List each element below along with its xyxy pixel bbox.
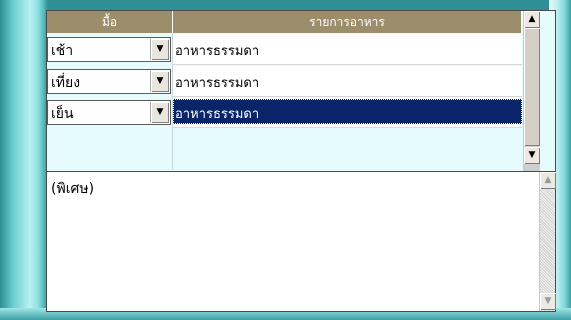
notes-scrollbar[interactable]: ▲ ▼ <box>539 172 556 311</box>
arrow-down-icon[interactable]: ▼ <box>524 147 540 164</box>
column-divider <box>172 33 173 170</box>
column-header-food[interactable]: รายการอาหาร <box>173 11 522 33</box>
chevron-down-icon[interactable]: ▼ <box>150 71 169 92</box>
chevron-down-icon[interactable]: ▼ <box>150 102 169 123</box>
scrollbar-thumb[interactable] <box>524 28 540 146</box>
food-cell[interactable]: อาหารธรรมดา <box>173 34 522 65</box>
table-row[interactable]: เช้า ▼ อาหารธรรมดา <box>47 34 522 65</box>
food-cell-selected[interactable]: อาหารธรรมดา <box>173 97 522 128</box>
meal-select-value: เช้า <box>51 43 74 59</box>
column-header-meal[interactable]: มื้อ <box>47 11 173 33</box>
arrow-down-icon[interactable]: ▼ <box>540 293 556 310</box>
food-cell-text: อาหารธรรมดา <box>175 44 260 59</box>
notes-textarea[interactable]: (พิเศษ) <box>47 172 539 311</box>
meal-grid: มื้อ รายการอาหาร เช้า ▼ อาหารธรรมดา เที่… <box>47 11 555 172</box>
food-cell-text: อาหารธรรมดา <box>175 76 260 91</box>
food-cell-text: อาหารธรรมดา <box>175 107 260 122</box>
arrow-up-icon[interactable]: ▲ <box>540 172 556 189</box>
notes-text: (พิเศษ) <box>51 181 95 197</box>
grid-scrollbar[interactable]: ▲ ▼ <box>523 11 540 171</box>
meal-select[interactable]: เย็น ▼ <box>47 100 171 125</box>
chevron-down-icon[interactable]: ▼ <box>150 39 169 60</box>
arrow-up-icon[interactable]: ▲ <box>524 11 540 28</box>
meal-select[interactable]: เช้า ▼ <box>47 37 171 62</box>
meal-select-value: เที่ยง <box>51 75 81 91</box>
meal-select-value: เย็น <box>51 106 74 122</box>
table-row[interactable]: เที่ยง ▼ อาหารธรรมดา <box>47 66 522 97</box>
meal-panel: มื้อ รายการอาหาร เช้า ▼ อาหารธรรมดา เที่… <box>46 10 556 312</box>
meal-select[interactable]: เที่ยง ▼ <box>47 69 171 94</box>
food-cell[interactable]: อาหารธรรมดา <box>173 66 522 97</box>
table-row-selected[interactable]: เย็น ▼ อาหารธรรมดา <box>47 97 522 128</box>
